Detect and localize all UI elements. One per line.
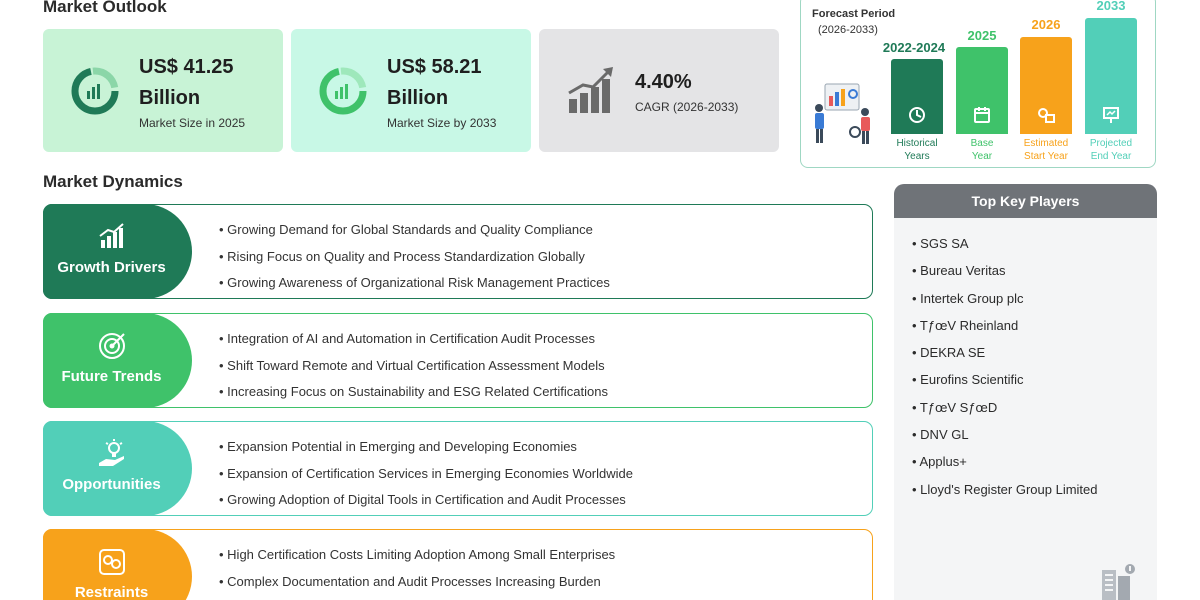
growth-bars-icon <box>568 66 613 113</box>
growth-drivers-tab: Growth Drivers <box>43 204 192 299</box>
list-item: • Intertek Group plc <box>912 290 1024 306</box>
caption-line-2: Years <box>904 151 930 162</box>
target-icon <box>99 333 125 359</box>
market-size-2025-card: US$ 41.25 Billion Market Size in 2025 <box>43 29 283 152</box>
cagr-value: 4.40% <box>635 71 692 93</box>
growth-drivers-label: Growth Drivers <box>57 259 166 276</box>
restraints-list: • High Certification Costs Limiting Adop… <box>219 542 615 595</box>
market-size-2033-value: US$ 58.21 Billion <box>387 55 482 109</box>
opportunities-label: Opportunities <box>62 476 161 493</box>
list-item: • TƒœV SƒœD <box>912 399 998 415</box>
market-size-2033-card: US$ 58.21 Billion Market Size by 2033 <box>291 29 531 152</box>
bar-year-historical: 2022-2024 <box>882 40 946 55</box>
list-item: • Growing Demand for Global Standards an… <box>219 222 593 237</box>
growth-drivers-list: • Growing Demand for Global Standards an… <box>219 217 610 297</box>
market-size-2025-value: US$ 41.25 Billion <box>139 55 234 109</box>
estimate-icon <box>1038 108 1055 123</box>
list-item: • Expansion of Certification Services in… <box>219 465 633 481</box>
list-item: • TƒœV Rheinland <box>912 317 1019 333</box>
calendar-icon <box>974 107 990 123</box>
bar-caption-projected: Projected End Year <box>1079 137 1143 163</box>
list-item: • SGS SA <box>912 236 969 251</box>
restraints-label: Restraints <box>74 584 149 600</box>
list-item: • Complex Documentation and Audit Proces… <box>219 573 601 589</box>
analysts-illustration-icon <box>815 83 870 144</box>
bar-year-base: 2025 <box>967 28 997 43</box>
restraints-row: Restraints • High Certification Costs Li… <box>43 529 873 600</box>
cagr-label: CAGR (2026-2033) <box>635 100 739 114</box>
list-item: • Increasing Focus on Sustainability and… <box>219 384 608 399</box>
buildings-icon <box>1102 564 1135 600</box>
market-dynamics-title: Market Dynamics <box>43 172 183 191</box>
bar-year-projected: 2033 <box>1096 0 1126 13</box>
future-trends-label: Future Trends <box>61 368 162 385</box>
list-item: • Bureau Veritas <box>912 263 1006 279</box>
caption-line-1: Estimated <box>1023 138 1069 149</box>
list-item: • Expansion Potential in Emerging and De… <box>219 439 577 454</box>
forecast-period-panel: Forecast Period (2026-2033) 2022-2024 Hi… <box>800 0 1156 168</box>
donut-chart-icon <box>71 67 119 114</box>
top-key-players-panel: Top Key Players • SGS SA • Bureau Verita… <box>894 184 1157 600</box>
caption-line-2: Start Year <box>1024 151 1068 162</box>
caption-line-1: Base <box>970 138 994 149</box>
opportunities-list: • Expansion Potential in Emerging and De… <box>219 434 633 514</box>
forecast-period-label: Forecast Period <box>812 8 896 20</box>
bar-year-estimated: 2026 <box>1031 17 1061 32</box>
growth-chart-icon <box>99 223 124 248</box>
growth-drivers-row: Growth Drivers • Growing Demand for Glob… <box>43 204 873 299</box>
bar-caption-estimated: Estimated Start Year <box>1014 137 1078 163</box>
list-item: • Integration of AI and Automation in Ce… <box>219 331 595 346</box>
bar-caption-base: Base Year <box>950 137 1014 163</box>
idea-hand-icon <box>99 439 124 466</box>
restraint-icon <box>99 549 125 575</box>
market-size-2025-label: Market Size in 2025 <box>139 115 246 130</box>
opportunities-row: Opportunities • Expansion Potential in E… <box>43 421 873 516</box>
list-item: • Applus+ <box>912 454 967 470</box>
future-trends-tab: Future Trends <box>43 313 192 408</box>
market-size-2033-label: Market Size by 2033 <box>387 115 497 130</box>
list-item: • Rising Focus on Quality and Process St… <box>219 248 585 264</box>
bar-caption-historical: Historical Years <box>885 137 949 163</box>
caption-line-2: End Year <box>1090 151 1132 162</box>
list-item: • Growing Awareness of Organizational Ri… <box>219 275 610 290</box>
caption-line-1: Historical <box>896 138 938 149</box>
market-infographic: Market Outlook US$ 41.25 Billion Market … <box>0 0 1200 600</box>
list-item: • DNV GL <box>912 427 969 443</box>
list-item: • Eurofins Scientific <box>912 372 1024 388</box>
opportunities-tab: Opportunities <box>43 421 192 516</box>
presentation-icon <box>1103 107 1119 123</box>
list-item: • Lloyd's Register Group Limited <box>912 481 1098 497</box>
market-outlook-title: Market Outlook <box>43 0 167 16</box>
caption-line-1: Projected <box>1089 138 1133 149</box>
list-item: • High Certification Costs Limiting Adop… <box>219 547 616 562</box>
forecast-period-range: (2026-2033) <box>818 24 878 36</box>
future-trends-list: • Integration of AI and Automation in Ce… <box>219 326 608 406</box>
restraints-tab: Restraints <box>43 529 192 600</box>
future-trends-row: Future Trends • Integration of AI and Au… <box>43 313 873 408</box>
list-item: • Shift Toward Remote and Virtual Certif… <box>219 357 605 373</box>
history-icon <box>909 107 925 123</box>
key-players-list: • SGS SA • Bureau Veritas • Intertek Gro… <box>894 218 1157 503</box>
top-key-players-title: Top Key Players <box>894 184 1157 218</box>
list-item: • DEKRA SE <box>912 345 986 361</box>
list-item: • Growing Adoption of Digital Tools in C… <box>219 492 626 507</box>
caption-line-2: Year <box>971 151 993 162</box>
donut-chart-icon <box>319 67 367 114</box>
cagr-card: 4.40% CAGR (2026-2033) <box>539 29 779 152</box>
